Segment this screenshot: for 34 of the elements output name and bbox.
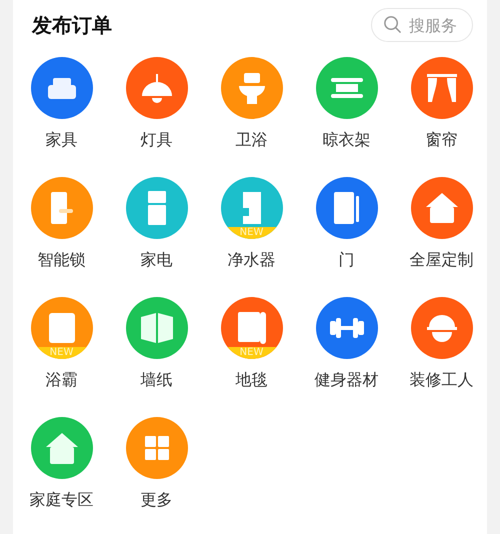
service-label: 灯具 xyxy=(140,130,172,150)
service-icon-button[interactable]: NEW xyxy=(220,177,282,239)
service-label: 家庭专区 xyxy=(30,490,94,510)
service-label: 卫浴 xyxy=(236,130,268,150)
page-title: 发布订单 xyxy=(32,12,112,38)
service-label: 全屋定制 xyxy=(410,250,474,270)
service-label: 更多 xyxy=(140,490,172,510)
service-label: 窗帘 xyxy=(426,130,458,150)
dumbbell-icon xyxy=(330,318,364,338)
door-icon xyxy=(334,192,359,224)
service-label: 家具 xyxy=(46,130,78,150)
service-label: 地毯 xyxy=(236,370,268,390)
house-icon xyxy=(426,193,458,223)
toilet-icon xyxy=(238,72,264,104)
service-icon-button[interactable]: NEW xyxy=(220,297,282,359)
wallpaper-icon xyxy=(140,313,172,343)
service-label: 浴霸 xyxy=(46,370,78,390)
service-icon-button[interactable]: NEW xyxy=(30,297,92,359)
service-label: 健身器材 xyxy=(314,370,378,390)
service-label: 家电 xyxy=(140,250,172,270)
grid-icon xyxy=(144,436,168,460)
home-icon xyxy=(46,432,78,464)
service-label: 装修工人 xyxy=(410,370,474,390)
lock-icon xyxy=(50,192,72,224)
search-icon xyxy=(383,15,402,34)
service-label: 净水器 xyxy=(228,250,276,270)
curtain-icon xyxy=(426,74,456,102)
service-label: 墙纸 xyxy=(140,370,172,390)
service-label: 门 xyxy=(338,250,354,270)
service-label: 晾衣架 xyxy=(322,130,370,150)
lamp-icon xyxy=(142,74,172,102)
service-label: 智能锁 xyxy=(38,250,86,270)
fridge-icon xyxy=(148,191,166,225)
search-field[interactable]: 搜服务 xyxy=(371,8,473,42)
